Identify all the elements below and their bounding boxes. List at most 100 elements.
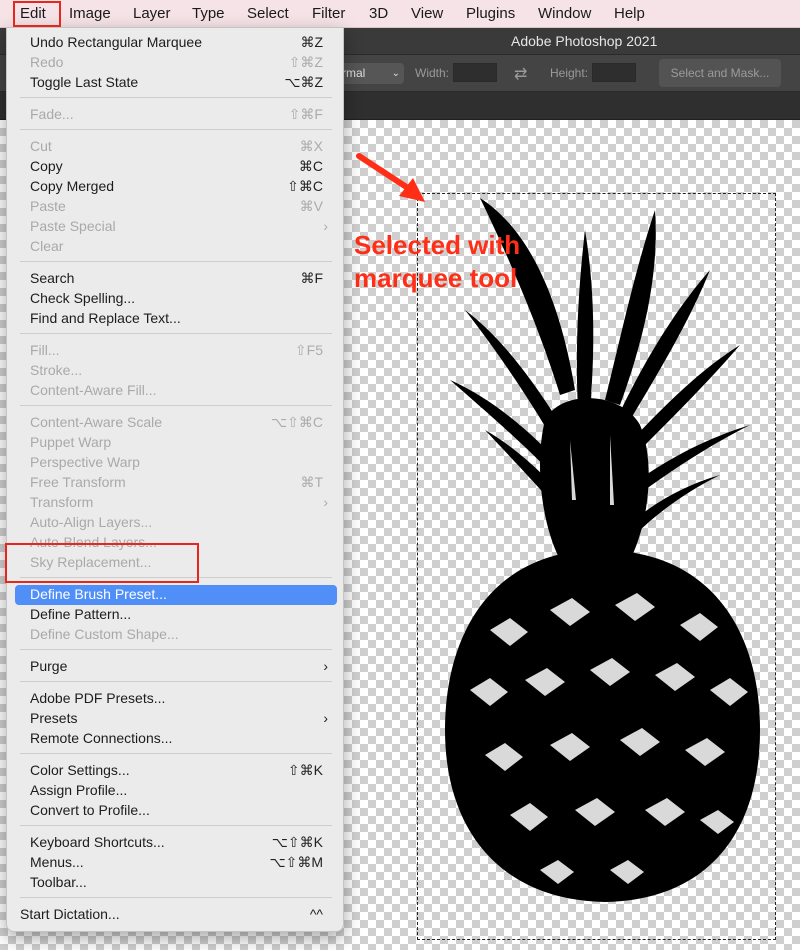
menu-item-paste-special[interactable]: Paste Special ›: [7, 216, 344, 236]
menu-separator: [20, 649, 332, 650]
menu-item-label: Define Pattern...: [30, 606, 132, 622]
menu-item-stroke[interactable]: Stroke...: [7, 360, 344, 380]
menu-item-redo[interactable]: Redo ⇧⌘Z: [7, 52, 344, 72]
menubar-item-window[interactable]: Window: [538, 0, 591, 27]
menu-item-shortcut: ⌥⇧⌘K: [271, 834, 323, 850]
menu-item-check-spelling[interactable]: Check Spelling...: [7, 288, 344, 308]
menubar-item-view[interactable]: View: [411, 0, 443, 27]
menu-item-adobe-pdf-presets[interactable]: Adobe PDF Presets...: [7, 688, 344, 708]
swap-arrows-icon[interactable]: ⇄: [514, 64, 527, 84]
menubar-item-3d[interactable]: 3D: [369, 0, 388, 27]
menu-item-define-brush-preset[interactable]: Define Brush Preset...: [7, 584, 344, 604]
menu-item-shortcut: ⇧⌘C: [287, 178, 323, 194]
menu-item-paste[interactable]: Paste ⌘V: [7, 196, 344, 216]
menu-item-convert-to-profile[interactable]: Convert to Profile...: [7, 800, 344, 820]
menu-item-label: Start Dictation...: [20, 906, 120, 922]
menu-item-label: Perspective Warp: [30, 454, 140, 470]
menu-item-shortcut: ⌘Z: [300, 34, 323, 50]
menu-item-shortcut: ⌘T: [300, 474, 323, 490]
menu-item-toggle-last-state[interactable]: Toggle Last State ⌥⌘Z: [7, 72, 344, 92]
menu-item-label: Auto-Align Layers...: [30, 514, 153, 530]
select-and-mask-button[interactable]: Select and Mask...: [659, 59, 781, 87]
menu-item-search[interactable]: Search ⌘F: [7, 268, 344, 288]
menu-item-label: Keyboard Shortcuts...: [30, 834, 165, 850]
menu-item-label: Fade...: [30, 106, 74, 122]
menu-item-label: Content-Aware Fill...: [30, 382, 157, 398]
menu-item-assign-profile[interactable]: Assign Profile...: [7, 780, 344, 800]
width-label: Width:: [415, 66, 450, 80]
menu-item-shortcut: ⌥⇧⌘C: [271, 414, 323, 430]
menu-item-label: Find and Replace Text...: [30, 310, 181, 326]
menu-separator: [20, 681, 332, 682]
menu-item-shortcut: ⇧⌘Z: [288, 54, 323, 70]
menu-item-content-aware-fill[interactable]: Content-Aware Fill...: [7, 380, 344, 400]
annotation-line-1: Selected with: [354, 230, 521, 260]
menu-item-label: Check Spelling...: [30, 290, 136, 306]
menu-item-label: Define Custom Shape...: [30, 626, 179, 642]
menu-item-keyboard-shortcuts[interactable]: Keyboard Shortcuts... ⌥⇧⌘K: [7, 832, 344, 852]
menu-item-copy[interactable]: Copy ⌘C: [7, 156, 344, 176]
menu-item-label: Stroke...: [30, 362, 83, 378]
menu-item-label: Purge: [30, 658, 68, 674]
marquee-selection[interactable]: [417, 193, 776, 940]
menu-item-menus[interactable]: Menus... ⌥⇧⌘M: [7, 852, 344, 872]
menu-item-content-aware-scale[interactable]: Content-Aware Scale ⌥⇧⌘C: [7, 412, 344, 432]
menu-item-puppet-warp[interactable]: Puppet Warp: [7, 432, 344, 452]
menu-item-fade[interactable]: Fade... ⇧⌘F: [7, 104, 344, 124]
width-input[interactable]: [453, 63, 497, 82]
menu-item-label: Paste: [30, 198, 66, 214]
menu-item-toolbar[interactable]: Toolbar...: [7, 872, 344, 892]
menu-item-purge[interactable]: Purge ›: [7, 656, 344, 676]
menu-separator: [20, 405, 332, 406]
menu-item-label: Free Transform: [30, 474, 126, 490]
menubar-item-plugins[interactable]: Plugins: [466, 0, 515, 27]
edit-menu-dropdown: Undo Rectangular Marquee ⌘Z Redo ⇧⌘Z Toggle …: [6, 27, 344, 932]
height-input[interactable]: [592, 63, 636, 82]
menu-item-label: Fill...: [30, 342, 60, 358]
menu-item-perspective-warp[interactable]: Perspective Warp: [7, 452, 344, 472]
height-label: Height:: [550, 66, 589, 80]
menu-item-define-custom-shape[interactable]: Define Custom Shape...: [7, 624, 344, 644]
menu-bar: Edit Image Layer Type Select Filter 3D View Plug…: [0, 0, 800, 28]
menu-item-auto-align-layers[interactable]: Auto-Align Layers...: [7, 512, 344, 532]
menu-item-label: Presets: [30, 710, 78, 726]
style-select[interactable]: rmal ⌄: [338, 63, 404, 84]
chevron-right-icon: ›: [323, 218, 328, 234]
menu-item-start-dictation[interactable]: Start Dictation... ^^: [7, 904, 344, 924]
menubar-item-layer[interactable]: Layer: [133, 0, 171, 27]
menubar-item-image[interactable]: Image: [69, 0, 111, 27]
menu-item-find-and-replace-text[interactable]: Find and Replace Text...: [7, 308, 344, 328]
menubar-item-select[interactable]: Select: [247, 0, 289, 27]
menu-item-shortcut: ⌘C: [298, 158, 323, 174]
menu-item-fill[interactable]: Fill... ⇧F5: [7, 340, 344, 360]
highlight-annotation-box: [5, 543, 199, 583]
menu-item-undo-rectangular-marquee[interactable]: Undo Rectangular Marquee ⌘Z: [7, 32, 344, 52]
menubar-item-type[interactable]: Type: [192, 0, 225, 27]
menu-item-color-settings[interactable]: Color Settings... ⇧⌘K: [7, 760, 344, 780]
menu-item-shortcut: ⇧⌘F: [288, 106, 323, 122]
menu-item-shortcut: ⌥⌘Z: [284, 74, 323, 90]
menu-item-label: Search: [30, 270, 75, 286]
menu-item-transform[interactable]: Transform ›: [7, 492, 344, 512]
menu-item-shortcut: ^^: [309, 906, 323, 922]
menu-item-label: Toggle Last State: [30, 74, 139, 90]
menu-item-remote-connections[interactable]: Remote Connections...: [7, 728, 344, 748]
menubar-item-help[interactable]: Help: [614, 0, 645, 27]
chevron-right-icon: ›: [323, 658, 328, 674]
menu-item-label: Copy: [30, 158, 63, 174]
menu-item-define-pattern[interactable]: Define Pattern...: [7, 604, 344, 624]
annotation-arrow-icon: [356, 153, 425, 202]
menu-item-shortcut: ⌘V: [299, 198, 323, 214]
menu-separator: [20, 333, 332, 334]
menu-item-label: Content-Aware Scale: [30, 414, 163, 430]
chevron-right-icon: ›: [323, 710, 328, 726]
menu-item-copy-merged[interactable]: Copy Merged ⇧⌘C: [7, 176, 344, 196]
menu-item-shortcut: ⌘F: [300, 270, 323, 286]
menu-item-shortcut: ⌘X: [299, 138, 323, 154]
menu-item-free-transform[interactable]: Free Transform ⌘T: [7, 472, 344, 492]
menu-separator: [20, 97, 332, 98]
menu-item-cut[interactable]: Cut ⌘X: [7, 136, 344, 156]
menu-item-clear[interactable]: Clear: [7, 236, 344, 256]
menubar-item-filter[interactable]: Filter: [312, 0, 345, 27]
menu-item-presets[interactable]: Presets ›: [7, 708, 344, 728]
